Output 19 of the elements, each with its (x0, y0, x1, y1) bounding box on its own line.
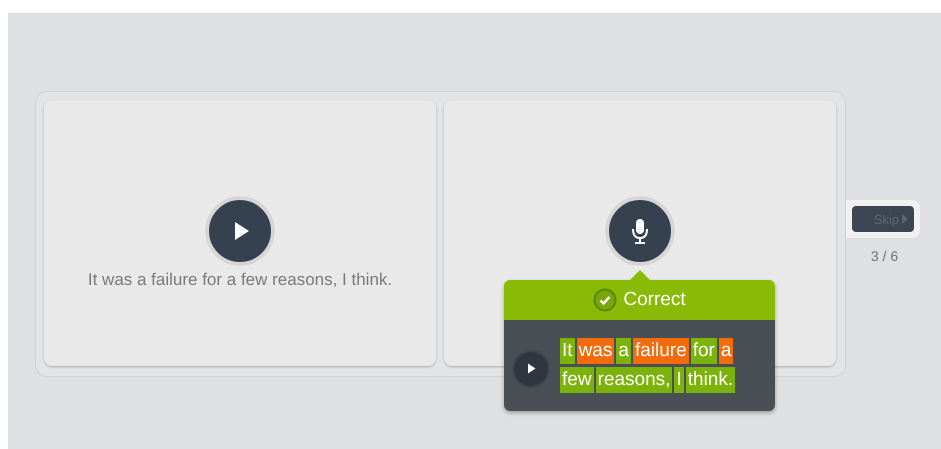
word: was (576, 338, 614, 364)
word: failure (632, 338, 689, 364)
play-icon (232, 221, 250, 241)
word: a (616, 338, 631, 364)
word: I (674, 367, 684, 393)
word: few (560, 367, 594, 393)
sentence-text: It was a failure for a few reasons, I think. (88, 270, 392, 290)
progress-counter: 3 / 6 (870, 248, 898, 264)
word: It (560, 338, 575, 364)
word: think. (686, 367, 736, 393)
check-icon (593, 288, 618, 312)
word: reasons, (596, 367, 672, 393)
word: for (690, 338, 717, 364)
play-icon (526, 363, 536, 374)
play-button[interactable] (512, 350, 550, 388)
microphone-icon (631, 218, 649, 244)
result-label: Correct (623, 289, 686, 311)
word: a (718, 338, 734, 364)
caret-icon (902, 214, 908, 224)
